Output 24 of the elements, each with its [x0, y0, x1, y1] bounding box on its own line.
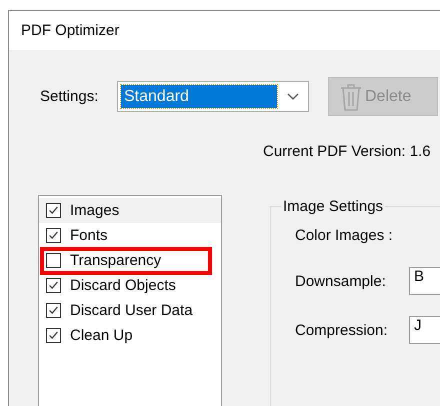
checkbox[interactable] — [46, 228, 61, 243]
checkbox[interactable] — [46, 203, 61, 218]
input-field[interactable]: J — [409, 316, 440, 344]
panel-item[interactable]: Fonts — [39, 223, 221, 248]
checkbox[interactable] — [46, 328, 61, 343]
color-images-label: Color Images : — [295, 227, 393, 244]
settings-dropdown[interactable]: Standard — [117, 81, 309, 112]
window-title: PDF Optimizer — [21, 22, 120, 39]
panel-item[interactable]: Images — [39, 198, 221, 223]
settings-label: Settings: — [40, 88, 100, 105]
checkbox[interactable] — [46, 253, 61, 268]
checkbox[interactable] — [46, 303, 61, 318]
pdf-version-text: Current PDF Version: 1.6 — [263, 143, 431, 160]
panel-item[interactable]: Discard User Data — [39, 298, 221, 323]
panel-item[interactable]: Clean Up — [39, 323, 221, 348]
group-title: Image Settings — [282, 198, 384, 215]
chevron-down-icon — [287, 92, 299, 100]
trash-icon — [339, 82, 363, 112]
panel-item[interactable]: Transparency — [39, 248, 221, 273]
input-field[interactable]: B — [409, 267, 440, 295]
checkbox[interactable] — [46, 278, 61, 293]
panel-item[interactable]: Discard Objects — [39, 273, 221, 298]
field-label: Downsample: — [295, 272, 387, 290]
field-label: Compression: — [295, 322, 389, 338]
